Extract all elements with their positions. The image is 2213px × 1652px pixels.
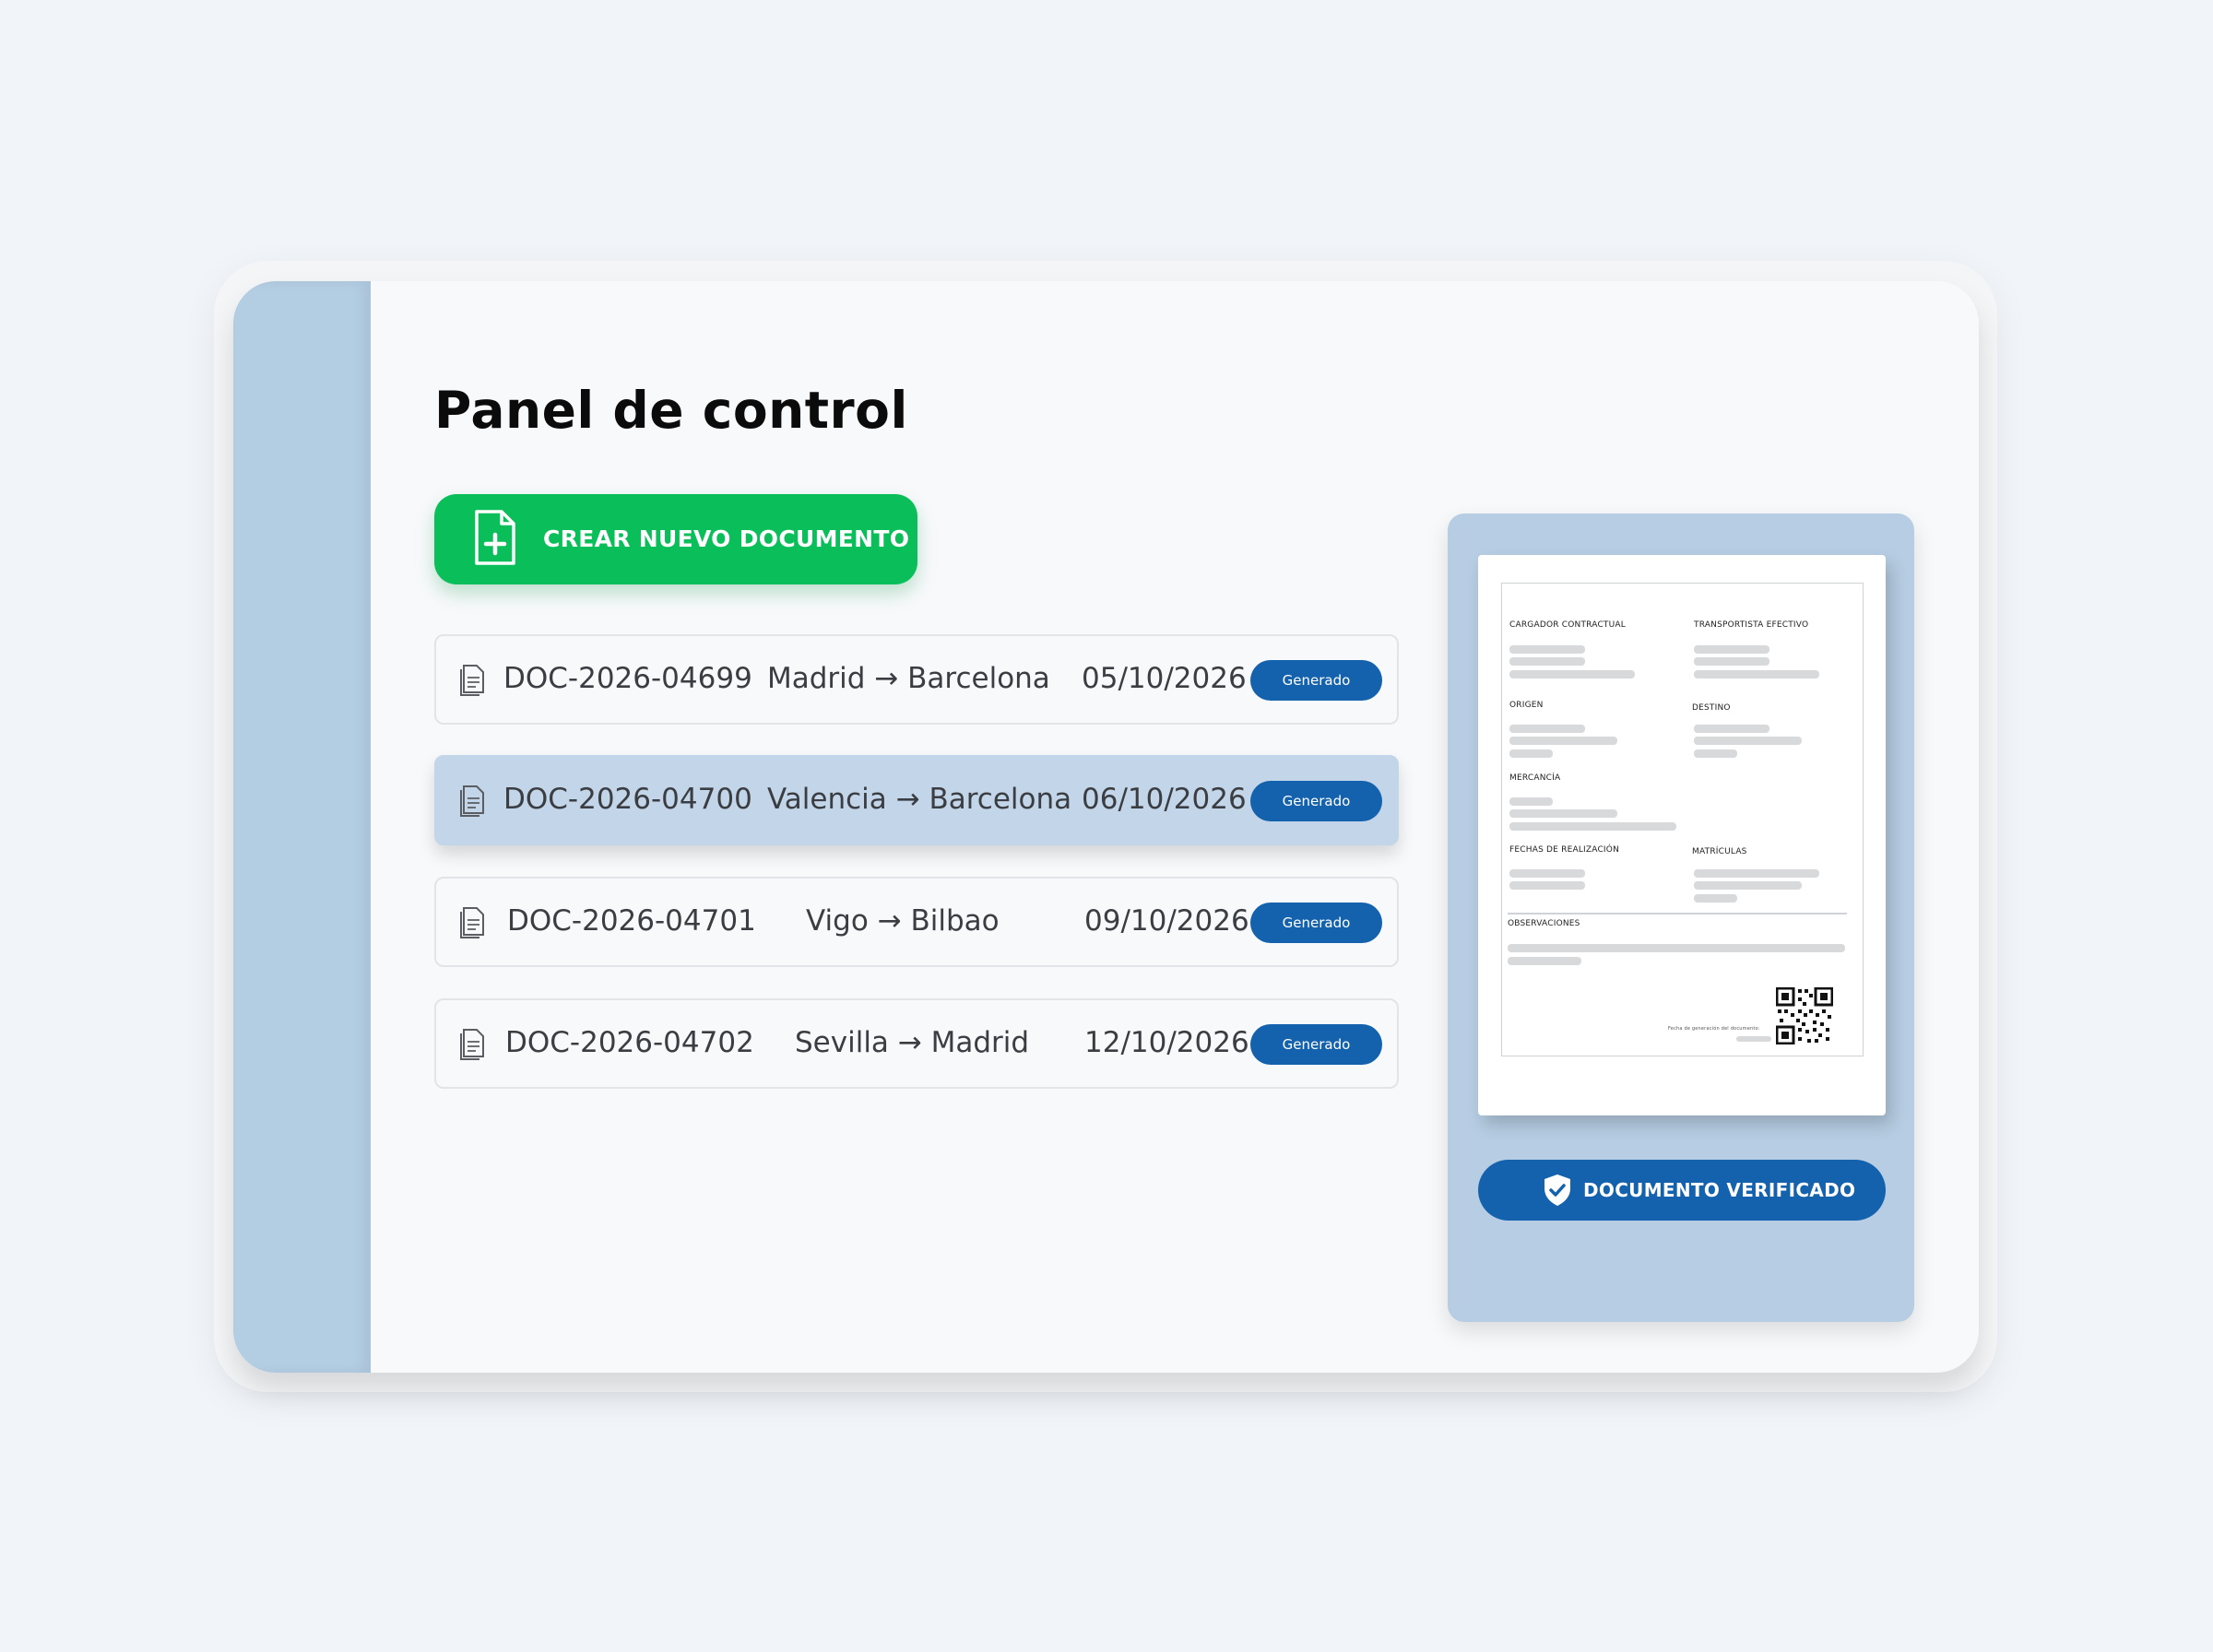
document-route: Sevilla → Madrid	[795, 1026, 1030, 1059]
table-row[interactable]: DOC-2026-04700 Valencia → Barcelona 06/1…	[434, 755, 1399, 845]
table-row[interactable]: DOC-2026-04699 Madrid → Barcelona 05/10/…	[434, 634, 1399, 725]
document-icon	[460, 665, 484, 696]
status-badge[interactable]: Generado	[1250, 1024, 1382, 1065]
document-route: Vigo → Bilbao	[806, 904, 1000, 938]
field-label-mercancia: MERCANCÍA	[1509, 773, 1561, 783]
create-document-button[interactable]: CREAR NUEVO DOCUMENTO	[434, 494, 917, 584]
status-badge[interactable]: Generado	[1250, 781, 1382, 821]
document-route: Valencia → Barcelona	[767, 783, 1072, 816]
document-date: 09/10/2026	[1084, 904, 1249, 938]
status-badge[interactable]: Generado	[1250, 903, 1382, 943]
shield-check-icon	[1544, 1174, 1570, 1206]
document-verified-label: DOCUMENTO VERIFICADO	[1583, 1179, 1856, 1201]
field-label-matriculas: MATRÍCULAS	[1692, 847, 1747, 856]
field-label-destino: DESTINO	[1692, 703, 1731, 713]
document-icon	[460, 907, 484, 938]
field-label-transportista: TRANSPORTISTA EFECTIVO	[1694, 620, 1809, 630]
field-label-cargador: CARGADOR CONTRACTUAL	[1509, 620, 1626, 630]
document-icon	[460, 1029, 484, 1060]
document-date: 12/10/2026	[1084, 1026, 1249, 1059]
generation-date-label: Fecha de generación del documento:	[1668, 1026, 1760, 1032]
table-row[interactable]: DOC-2026-04702 Sevilla → Madrid 12/10/20…	[434, 998, 1399, 1089]
document-date: 05/10/2026	[1082, 662, 1247, 695]
document-preview-panel: CARGADOR CONTRACTUAL TRANSPORTISTA EFECT…	[1448, 513, 1914, 1322]
document-route: Madrid → Barcelona	[767, 662, 1050, 695]
page-title: Panel de control	[434, 381, 908, 440]
document-verified-button[interactable]: DOCUMENTO VERIFICADO	[1478, 1160, 1886, 1221]
table-row[interactable]: DOC-2026-04701 Vigo → Bilbao 09/10/2026 …	[434, 877, 1399, 967]
document-preview[interactable]: CARGADOR CONTRACTUAL TRANSPORTISTA EFECT…	[1478, 555, 1886, 1115]
field-label-origen: ORIGEN	[1509, 701, 1544, 710]
app-window: Panel de control CREAR NUEVO DOCUMENTO D…	[233, 281, 1979, 1373]
document-id: DOC-2026-04700	[503, 783, 752, 816]
document-date: 06/10/2026	[1082, 783, 1247, 816]
document-preview-frame: CARGADOR CONTRACTUAL TRANSPORTISTA EFECT…	[1501, 583, 1864, 1056]
status-badge[interactable]: Generado	[1250, 660, 1382, 701]
document-id: DOC-2026-04699	[503, 662, 752, 695]
qr-code-icon	[1776, 987, 1833, 1044]
sidebar	[233, 281, 371, 1373]
document-id: DOC-2026-04701	[507, 904, 756, 938]
create-document-label: CREAR NUEVO DOCUMENTO	[543, 525, 910, 552]
file-plus-icon	[475, 510, 515, 565]
document-id: DOC-2026-04702	[505, 1026, 754, 1059]
field-label-observaciones: OBSERVACIONES	[1508, 919, 1580, 928]
document-icon	[460, 785, 484, 817]
field-label-fechas: FECHAS DE REALIZACIÓN	[1509, 845, 1620, 855]
